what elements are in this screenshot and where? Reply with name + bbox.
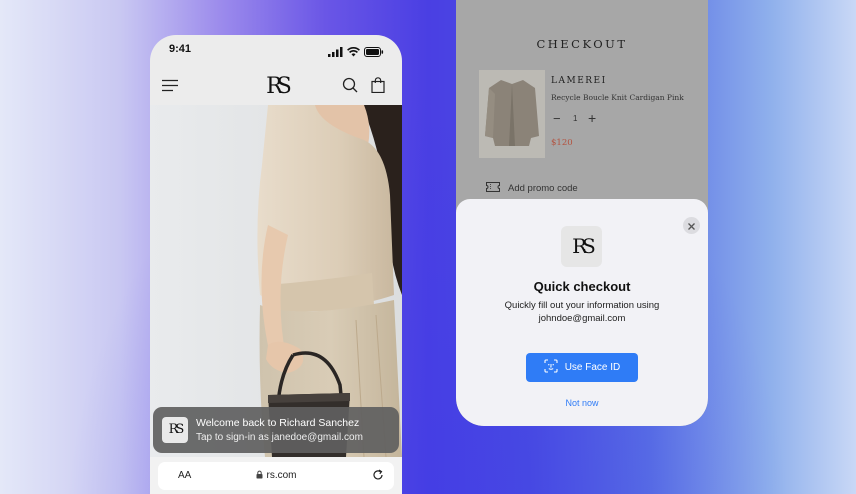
reload-icon[interactable] xyxy=(372,468,384,486)
close-button[interactable] xyxy=(683,217,700,234)
signal-icon xyxy=(328,44,343,62)
lock-icon xyxy=(256,470,263,482)
background xyxy=(0,0,856,494)
not-now-link[interactable]: Not now xyxy=(456,398,708,408)
shopping-bag-icon[interactable] xyxy=(368,75,388,95)
product-brand: LAMEREI xyxy=(551,76,607,86)
checkout-title: CHECKOUT xyxy=(536,37,628,51)
url-display[interactable]: rs.com xyxy=(158,470,394,482)
quantity-increase-button[interactable]: + xyxy=(588,110,596,126)
status-bar: 9:41 xyxy=(150,35,402,65)
battery-icon xyxy=(364,44,384,62)
sheet-logo-text: RS xyxy=(572,234,596,258)
model-photo xyxy=(150,105,402,457)
cardigan-image xyxy=(479,70,545,158)
quantity-decrease-button[interactable]: − xyxy=(553,111,561,126)
use-face-id-button[interactable]: Use Face ID xyxy=(526,353,638,382)
product-price: $120 xyxy=(551,138,573,148)
toast-title: Welcome back to Richard Sanchez xyxy=(196,417,360,429)
status-time: 9:41 xyxy=(169,43,192,55)
browser-url-bar: AA rs.com xyxy=(150,457,402,494)
toast-subtitle: Tap to sign-in as janedoe@gmail.com xyxy=(196,432,363,443)
toast-logo: RS xyxy=(162,417,188,443)
welcome-toast[interactable]: RS Welcome back to Richard Sanchez Tap t… xyxy=(153,407,399,453)
status-icons xyxy=(328,44,384,62)
quantity-value: 1 xyxy=(573,114,578,123)
hero-image xyxy=(150,105,402,457)
add-promo-code-button[interactable]: Add promo code xyxy=(486,182,578,195)
face-id-icon xyxy=(544,359,558,376)
right-phone: CHECKOUT LAMEREI Recycle Boucle Knit Car… xyxy=(456,0,708,426)
left-phone: 9:41 RS RS Welcome back to Richard Sanch… xyxy=(150,35,402,494)
brand-logo[interactable]: RS xyxy=(256,71,296,103)
ticket-icon xyxy=(486,182,500,195)
wifi-icon xyxy=(347,44,360,62)
sheet-description: Quickly fill out your information using … xyxy=(504,300,660,324)
logo-text: RS xyxy=(266,74,292,99)
face-id-label: Use Face ID xyxy=(564,362,621,373)
sheet-brand-logo: RS xyxy=(561,226,602,267)
product-name[interactable]: Recycle Boucle Knit Cardigan Pink xyxy=(551,93,684,102)
close-icon xyxy=(688,217,695,235)
nav-bar: RS xyxy=(150,65,402,105)
toast-logo-text: RS xyxy=(168,422,185,437)
search-icon[interactable] xyxy=(340,75,360,95)
quick-checkout-sheet: RS Quick checkout Quickly fill out your … xyxy=(456,199,708,426)
product-image[interactable] xyxy=(479,70,545,158)
url-text: rs.com xyxy=(266,470,297,481)
promo-label: Add promo code xyxy=(508,183,578,194)
sheet-title: Quick checkout xyxy=(533,279,631,294)
address-field[interactable]: AA rs.com xyxy=(158,462,394,490)
menu-icon[interactable] xyxy=(160,75,180,95)
